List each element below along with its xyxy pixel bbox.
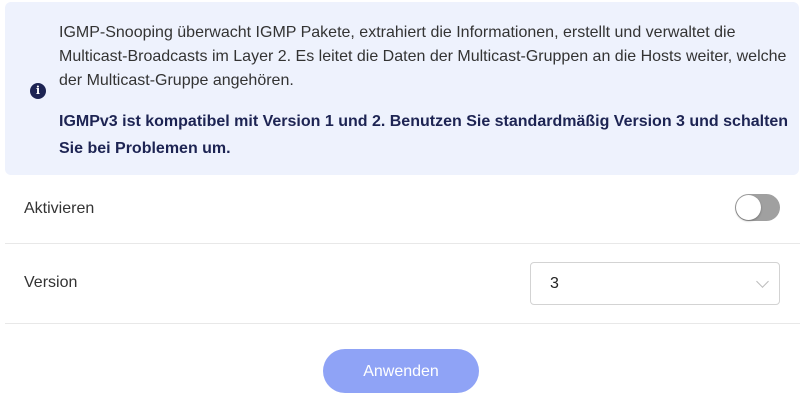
enable-row: Aktivieren (5, 176, 800, 244)
enable-label: Aktivieren (24, 200, 95, 217)
version-label: Version (24, 274, 78, 291)
apply-button[interactable]: Anwenden (323, 349, 479, 393)
info-circle-icon: i (30, 83, 46, 99)
info-text: IGMP-Snooping überwacht IGMP Pakete, ext… (59, 24, 787, 89)
enable-toggle[interactable] (735, 194, 780, 221)
info-bold-text: IGMPv3 ist kompatibel mit Version 1 und … (59, 113, 789, 157)
version-select[interactable]: 3 (530, 262, 780, 305)
version-select-value: 3 (550, 275, 559, 292)
chevron-down-icon (756, 275, 769, 288)
info-box: i IGMP-Snooping überwacht IGMP Pakete, e… (5, 2, 799, 175)
toggle-knob (736, 195, 761, 220)
